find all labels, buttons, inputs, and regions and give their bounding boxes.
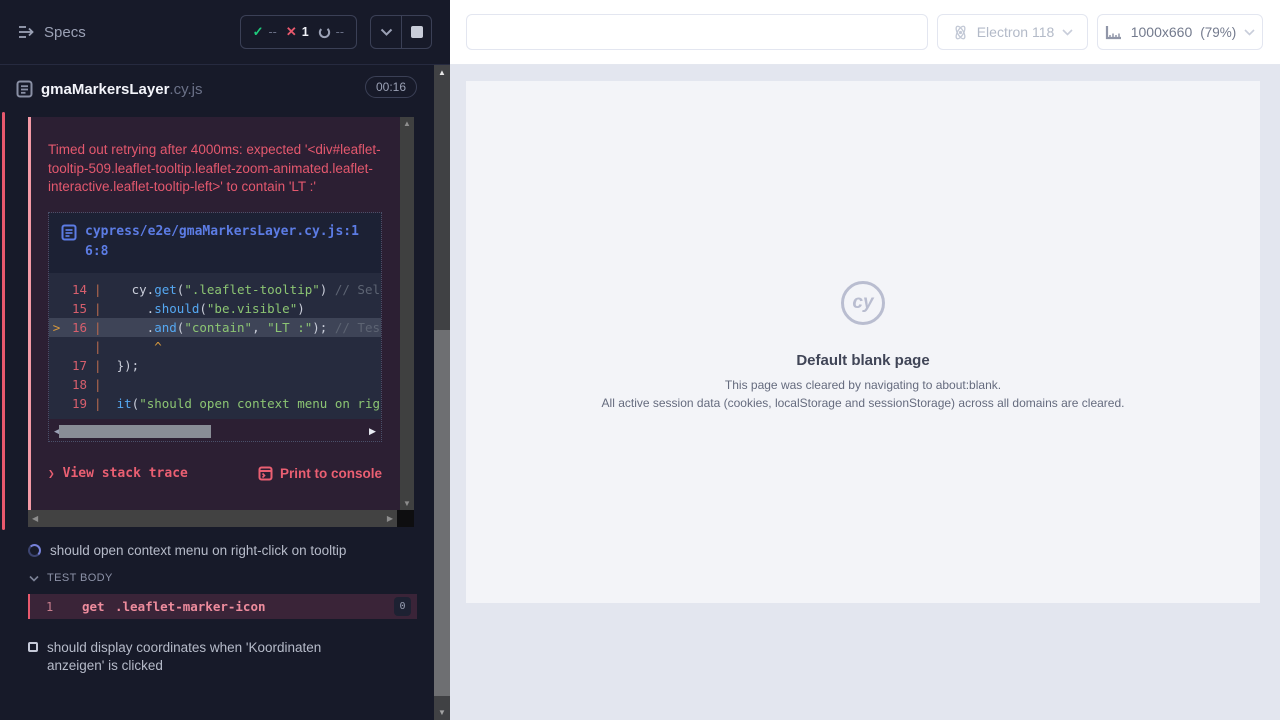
test-queued-icon [28,642,38,652]
browser-select-button[interactable]: Electron 118 [937,14,1088,50]
command-method: get [82,599,115,614]
reporter-sidebar: Specs ✓ -- ✕ 1 -- [0,0,450,720]
ruler-icon [1105,24,1123,40]
pending-count: -- [336,25,344,39]
error-h-scrollbar[interactable]: ◀ ▶ [28,510,414,527]
aut-iframe: cy Default blank page This page was clea… [466,81,1260,603]
code-frame-header[interactable]: cypress/e2e/gmaMarkersLayer.cy.js:16:8 [49,213,381,273]
aut-stage: cy Default blank page This page was clea… [450,65,1280,720]
error-message: Timed out retrying after 4000ms: expecte… [48,141,384,197]
browser-label: Electron 118 [977,24,1055,40]
failed-x-icon: ✕ [286,24,297,40]
error-links: ❯ View stack trace Print to console [48,466,382,481]
attempt-fail-bar [2,112,5,530]
spec-duration-badge: 00:16 [365,76,417,98]
electron-icon [952,24,969,41]
scrollbar-corner [397,510,414,527]
stat-pending: -- [318,25,344,39]
sidebar-scroll-thumb[interactable] [434,330,450,696]
command-log-row[interactable]: 1 get .leaflet-marker-icon 0 [28,594,417,619]
spec-name-ext: .cy.js [169,81,202,98]
test-body-section[interactable]: TEST BODY [0,572,434,584]
error-panel: Timed out retrying after 4000ms: expecte… [28,117,414,527]
scroll-up-arrow-icon[interactable]: ▲ [400,119,414,128]
code-h-scrollbar[interactable]: ◀ ▶ [51,425,379,438]
stat-failed: ✕ 1 [286,24,309,40]
passed-check-icon: ✓ [253,24,264,40]
blank-page-title: Default blank page [466,352,1260,369]
sidebar-scrollbar[interactable]: ▲ ▼ [434,65,450,720]
failed-count: 1 [302,25,309,39]
test-item-queued[interactable]: should display coordinates when 'Koordin… [0,639,434,675]
reporter-header: Specs ✓ -- ✕ 1 -- [0,0,450,65]
running-circle-icon [318,26,331,39]
failed-attempt-block: Timed out retrying after 4000ms: expecte… [0,112,434,530]
command-message: .leaflet-marker-icon [115,599,394,614]
stop-button[interactable] [401,16,431,48]
chevron-down-icon [1062,29,1073,36]
error-v-scrollbar[interactable]: ▲ ▼ [400,117,414,510]
test-title: should open context menu on right-click … [50,543,346,558]
view-stack-trace-link[interactable]: ❯ View stack trace [48,466,188,481]
blank-page-message: cy Default blank page This page was clea… [466,281,1260,410]
chevron-down-icon [29,575,39,582]
blank-page-line2: All active session data (cookies, localS… [466,396,1260,410]
cypress-logo: cy [841,281,885,325]
spec-name-base: gmaMarkersLayer [41,81,169,98]
specs-menu-icon[interactable] [14,19,40,45]
chevron-right-icon: ❯ [48,467,55,480]
collapse-button[interactable] [371,16,401,48]
test-stats: ✓ -- ✕ 1 -- [240,15,357,49]
scroll-up-arrow-icon[interactable]: ▲ [434,68,450,77]
blank-page-line1: This page was cleared by navigating to a… [466,378,1260,392]
viewport-info-button[interactable]: 1000x660 (79%) [1097,14,1263,50]
test-running-spinner-icon [28,544,41,557]
spec-row[interactable]: gmaMarkersLayer.cy.js 00:16 [0,66,434,112]
print-to-console-label: Print to console [280,466,382,481]
scroll-left-arrow-icon[interactable]: ◀ [32,510,38,527]
code-frame: cypress/e2e/gmaMarkersLayer.cy.js:16:8 1… [48,212,382,442]
print-to-console-button[interactable]: Print to console [258,466,382,481]
error-h-scroll-track[interactable]: ◀ ▶ [28,510,397,527]
spec-name: gmaMarkersLayer.cy.js [41,81,202,98]
code-file-icon [61,224,77,241]
console-icon [258,466,273,481]
viewport-scale: (79%) [1200,25,1236,40]
code-line: 18| [49,375,381,394]
view-stack-trace-label: View stack trace [63,466,188,481]
aut-header: Electron 118 1000x660 (79%) [450,0,1280,65]
error-content: Timed out retrying after 4000ms: expecte… [28,117,400,510]
scroll-down-arrow-icon[interactable]: ▼ [400,499,414,508]
test-title: should display coordinates when 'Koordin… [47,639,377,675]
scroll-right-arrow-icon[interactable]: ▶ [387,510,393,527]
code-line: 19| it("should open context menu on righ [49,394,381,413]
code-line: 14| cy.get(".leaflet-tooltip") // Selek [49,280,381,299]
url-input[interactable] [466,14,928,50]
code-line: 15| .should("be.visible") [49,299,381,318]
chevron-down-icon [1244,29,1255,36]
command-number: 1 [30,600,82,614]
code-body: 14| cy.get(".leaflet-tooltip") // Selek1… [49,273,381,419]
code-line: | ^ [49,337,381,356]
specs-label[interactable]: Specs [44,24,86,41]
run-controls [370,15,432,49]
code-line: >16| .and("contain", "LT :"); // Teste [49,318,381,337]
test-item-running[interactable]: should open context menu on right-click … [0,543,434,558]
stat-passed: ✓ -- [253,24,277,40]
code-frame-filename: cypress/e2e/gmaMarkersLayer.cy.js:16:8 [85,222,369,262]
stop-icon [411,26,423,38]
scroll-down-arrow-icon[interactable]: ▼ [434,708,450,717]
passed-count: -- [268,25,276,39]
code-scroll-thumb[interactable] [59,425,211,438]
scroll-right-arrow-icon[interactable]: ▶ [366,425,379,438]
chevron-down-icon [380,28,393,36]
spec-file-icon [16,80,33,98]
viewport-size: 1000x660 [1131,24,1193,40]
code-line: 17| }); [49,356,381,375]
test-body-label: TEST BODY [47,572,113,584]
command-count-badge: 0 [394,597,411,616]
